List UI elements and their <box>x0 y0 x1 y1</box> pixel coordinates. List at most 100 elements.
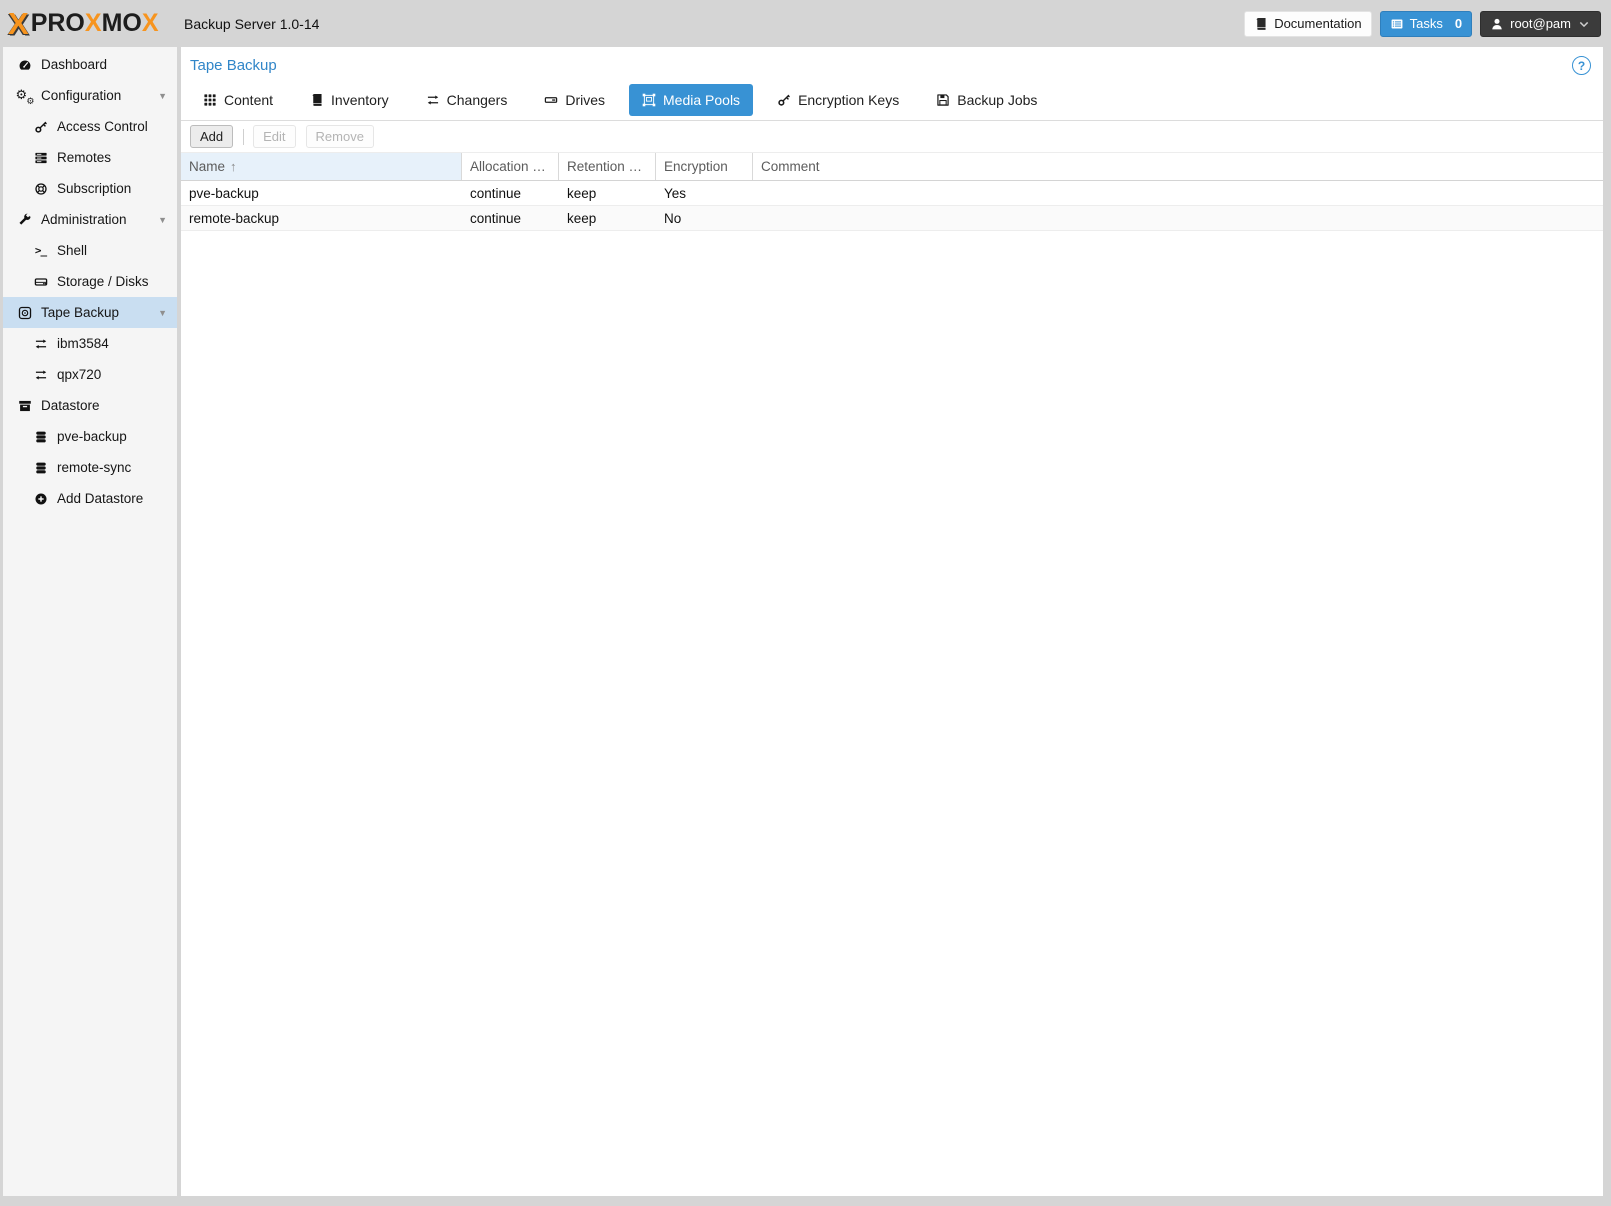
sidebar-item-label: ibm3584 <box>57 336 109 351</box>
sidebar-item-label: Access Control <box>57 119 148 134</box>
tab-drives[interactable]: Drives <box>531 84 618 116</box>
column-header-retention[interactable]: Retention … <box>559 153 656 180</box>
key-icon <box>777 93 791 107</box>
cell-allocation: continue <box>462 206 559 230</box>
exchange-arrows-icon <box>426 93 440 107</box>
product-version-label: Backup Server 1.0-14 <box>184 16 1236 32</box>
tasks-button[interactable]: Tasks 0 <box>1380 11 1472 37</box>
sidebar-item-datastore[interactable]: Datastore <box>3 390 177 421</box>
sidebar-item-remotes[interactable]: Remotes <box>3 142 177 173</box>
table-header-row: Name ↑ Allocation … Retention … Encrypti… <box>181 152 1603 181</box>
tab-label: Changers <box>447 92 508 108</box>
cell-retention: keep <box>559 206 656 230</box>
tab-media-pools[interactable]: Media Pools <box>629 84 753 116</box>
cogs-icon: ⚙⚙ <box>16 88 33 104</box>
cell-allocation: continue <box>462 181 559 205</box>
cell-encryption: No <box>656 206 753 230</box>
sidebar-item-add-datastore[interactable]: Add Datastore <box>3 483 177 514</box>
tab-label: Inventory <box>331 92 389 108</box>
remove-button: Remove <box>306 125 374 148</box>
column-header-label: Encryption <box>664 159 728 174</box>
proxmox-x-logo-icon: X <box>8 8 29 39</box>
task-list-icon <box>1390 17 1404 31</box>
user-icon <box>1490 17 1504 31</box>
tab-label: Backup Jobs <box>957 92 1037 108</box>
object-group-icon <box>642 93 656 107</box>
cell-name: remote-backup <box>181 206 462 230</box>
sidebar-item-access-control[interactable]: Access Control <box>3 111 177 142</box>
sidebar-item-configuration[interactable]: ⚙⚙ Configuration ▼ <box>3 80 177 111</box>
column-header-label: Comment <box>761 159 820 174</box>
key-icon <box>32 120 49 134</box>
sidebar-item-pve-backup[interactable]: pve-backup <box>3 421 177 452</box>
tab-changers[interactable]: Changers <box>413 84 521 116</box>
window-edge <box>0 1196 1611 1206</box>
sidebar-item-subscription[interactable]: Subscription <box>3 173 177 204</box>
sidebar-item-storage-disks[interactable]: Storage / Disks <box>3 266 177 297</box>
terminal-icon: >_ <box>32 244 49 257</box>
sidebar-item-ibm3584[interactable]: ibm3584 <box>3 328 177 359</box>
column-header-allocation[interactable]: Allocation … <box>462 153 559 180</box>
wordmark-part: X <box>85 9 102 37</box>
sidebar-item-remote-sync[interactable]: remote-sync <box>3 452 177 483</box>
tab-encryption-keys[interactable]: Encryption Keys <box>764 84 912 116</box>
user-menu-button[interactable]: root@pam <box>1480 11 1601 37</box>
navigation-sidebar: Dashboard ⚙⚙ Configuration ▼ Access Cont… <box>3 47 177 1196</box>
proxmox-logo: X PROXMOX <box>8 8 178 39</box>
archive-box-icon <box>16 399 33 413</box>
cell-retention: keep <box>559 181 656 205</box>
column-header-comment[interactable]: Comment <box>753 153 1603 180</box>
exchange-arrows-icon <box>32 337 49 351</box>
table-row[interactable]: pve-backup continue keep Yes <box>181 181 1603 206</box>
media-pools-table: Name ↑ Allocation … Retention … Encrypti… <box>181 152 1603 231</box>
cell-encryption: Yes <box>656 181 753 205</box>
column-header-label: Name <box>189 159 225 174</box>
wrench-icon <box>16 213 33 227</box>
wordmark-part: MO <box>102 9 142 37</box>
sidebar-item-label: Shell <box>57 243 87 258</box>
table-row[interactable]: remote-backup continue keep No <box>181 206 1603 231</box>
wordmark-part: PRO <box>31 9 85 37</box>
tasks-count-badge: 0 <box>1455 16 1462 31</box>
sidebar-item-label: Configuration <box>41 88 121 103</box>
help-icon[interactable]: ? <box>1572 56 1591 75</box>
edit-button: Edit <box>253 125 295 148</box>
sidebar-item-label: Administration <box>41 212 127 227</box>
collapse-arrow-icon[interactable]: ▼ <box>158 215 167 225</box>
toolbar-separator <box>243 129 244 145</box>
tab-label: Drives <box>565 92 605 108</box>
collapse-arrow-icon[interactable]: ▼ <box>158 308 167 318</box>
page-title: Tape Backup <box>190 57 277 74</box>
cell-comment <box>753 181 1603 205</box>
sidebar-item-label: Dashboard <box>41 57 107 72</box>
column-header-encryption[interactable]: Encryption <box>656 153 753 180</box>
grid-toolbar: Add Edit Remove <box>181 121 1603 152</box>
database-icon <box>32 430 49 444</box>
column-header-label: Allocation … <box>470 159 546 174</box>
content-panel: Tape Backup ? Content Inventory Changers… <box>181 47 1603 1196</box>
sidebar-item-dashboard[interactable]: Dashboard <box>3 49 177 80</box>
column-header-name[interactable]: Name ↑ <box>181 153 462 180</box>
add-button[interactable]: Add <box>190 125 233 148</box>
sidebar-item-administration[interactable]: Administration ▼ <box>3 204 177 235</box>
tab-backup-jobs[interactable]: Backup Jobs <box>923 84 1050 116</box>
sidebar-item-label: Datastore <box>41 398 100 413</box>
tab-content[interactable]: Content <box>190 84 286 116</box>
plus-circle-icon <box>32 492 49 506</box>
cell-name: pve-backup <box>181 181 462 205</box>
save-icon <box>936 93 950 107</box>
tasks-label: Tasks <box>1410 16 1443 31</box>
tab-inventory[interactable]: Inventory <box>297 84 402 116</box>
tab-label: Media Pools <box>663 92 740 108</box>
book-icon <box>310 93 324 107</box>
sidebar-item-label: qpx720 <box>57 367 101 382</box>
sidebar-item-qpx720[interactable]: qpx720 <box>3 359 177 390</box>
user-label: root@pam <box>1510 16 1571 31</box>
sidebar-item-shell[interactable]: >_ Shell <box>3 235 177 266</box>
top-bar: X PROXMOX Backup Server 1.0-14 Documenta… <box>0 0 1611 47</box>
collapse-arrow-icon[interactable]: ▼ <box>158 91 167 101</box>
sidebar-item-tape-backup[interactable]: Tape Backup ▼ <box>3 297 177 328</box>
documentation-button[interactable]: Documentation <box>1244 11 1371 37</box>
book-icon <box>1254 17 1268 31</box>
sidebar-item-label: pve-backup <box>57 429 127 444</box>
